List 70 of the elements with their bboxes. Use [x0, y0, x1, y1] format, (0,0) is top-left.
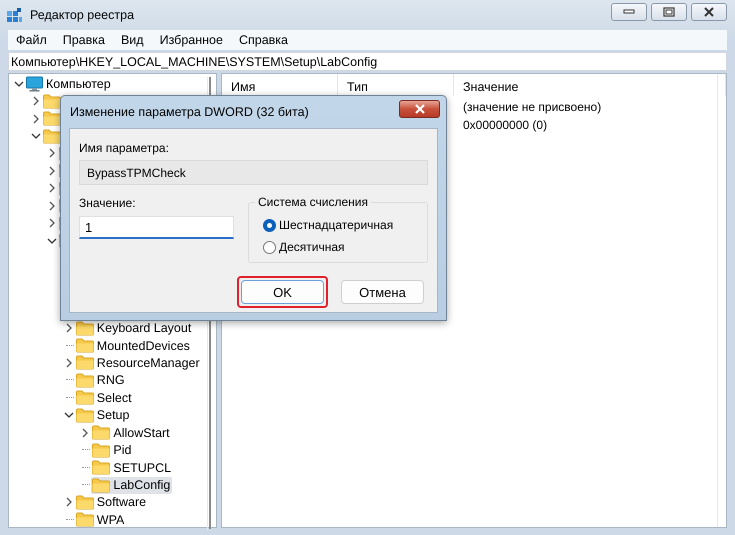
field-label: Значение:: [79, 196, 137, 210]
window-title: Редактор реестра: [30, 8, 136, 22]
value-cell-text: (значение не присвоено): [462, 99, 602, 114]
chevron-right-icon[interactable]: [64, 322, 74, 334]
folder-icon: [76, 355, 94, 370]
ok-button[interactable]: OK: [241, 280, 324, 304]
value-cell-text: 0x00000000 (0): [462, 117, 548, 132]
tree-item[interactable]: Select: [96, 390, 132, 405]
field-label: Имя параметра:: [79, 141, 170, 155]
close-button[interactable]: [399, 100, 440, 118]
name-field: BypassTPMCheck: [79, 160, 428, 185]
column-header[interactable]: Значение: [454, 74, 726, 96]
group-title: Система счисления: [255, 195, 371, 209]
minimize-button[interactable]: [611, 3, 647, 21]
minimize-icon: [623, 9, 635, 15]
close-icon: [703, 7, 715, 17]
blocks-icon: [6, 8, 23, 22]
folder-icon: [76, 390, 94, 406]
folder-icon: [42, 111, 61, 126]
chevron-right-icon[interactable]: [47, 200, 58, 212]
tree-item[interactable]: Pid: [113, 443, 132, 458]
tree-item[interactable]: ResourceManager: [96, 356, 200, 370]
tree-item[interactable]: SETUPCL: [113, 460, 172, 475]
restore-icon: [663, 7, 675, 17]
folder-icon: [76, 494, 94, 510]
dialog-title: Изменение параметра DWORD (32 бита): [70, 104, 309, 118]
radio-button[interactable]: [263, 218, 276, 232]
menu-item[interactable]: Вид: [112, 30, 152, 50]
tree-item[interactable]: WPA: [96, 512, 124, 527]
folder-icon: [76, 320, 94, 336]
tree-item[interactable]: Keyboard Layout: [96, 321, 192, 336]
tree-item[interactable]: Software: [96, 495, 146, 510]
folder-icon: [92, 425, 110, 440]
monitor-icon: [26, 76, 43, 92]
chevron-right-icon[interactable]: [80, 426, 90, 439]
folder-icon: [92, 460, 110, 476]
chevron-right-icon[interactable]: [64, 496, 74, 508]
radio-label[interactable]: Десятичная: [279, 240, 345, 254]
chevron-right-icon[interactable]: [64, 356, 74, 369]
chevron-right-icon[interactable]: [47, 147, 58, 160]
folder-icon: [92, 442, 110, 458]
folder-icon: [92, 478, 110, 493]
cancel-button[interactable]: Отмена: [341, 280, 424, 304]
tree-item[interactable]: Компьютер: [46, 76, 111, 91]
folder-icon: [76, 338, 94, 354]
close-icon: [414, 104, 426, 114]
menu-item[interactable]: Правка: [54, 30, 113, 50]
tree-item[interactable]: RNG: [96, 373, 125, 388]
address-bar[interactable]: Компьютер\HKEY_LOCAL_MACHINE\SYSTEM\Setup\LabConfig: [8, 52, 727, 71]
folder-icon: [76, 512, 94, 527]
tree-item[interactable]: MountedDevices: [96, 338, 190, 353]
chevron-right-icon[interactable]: [30, 95, 41, 108]
folder-icon: [76, 372, 94, 388]
maximize-button[interactable]: [651, 3, 687, 21]
folder-icon: [42, 128, 61, 144]
value-field[interactable]: 1: [79, 216, 234, 239]
menu-item[interactable]: Справка: [230, 30, 296, 50]
chevron-right-icon[interactable]: [47, 164, 58, 177]
radio-button[interactable]: [263, 240, 276, 254]
menu-item[interactable]: Файл: [8, 30, 55, 50]
chevron-right-icon[interactable]: [30, 112, 41, 125]
folder-icon: [76, 408, 94, 423]
close-button[interactable]: [691, 3, 727, 21]
menu-item[interactable]: Избранное: [152, 30, 231, 50]
chevron-right-icon[interactable]: [47, 217, 58, 230]
chevron-right-icon[interactable]: [47, 182, 58, 194]
folder-icon: [42, 94, 61, 109]
tree-item[interactable]: Setup: [96, 408, 130, 422]
tree-item[interactable]: AllowStart: [113, 426, 170, 440]
radio-label[interactable]: Шестнадцатеричная: [279, 218, 394, 232]
